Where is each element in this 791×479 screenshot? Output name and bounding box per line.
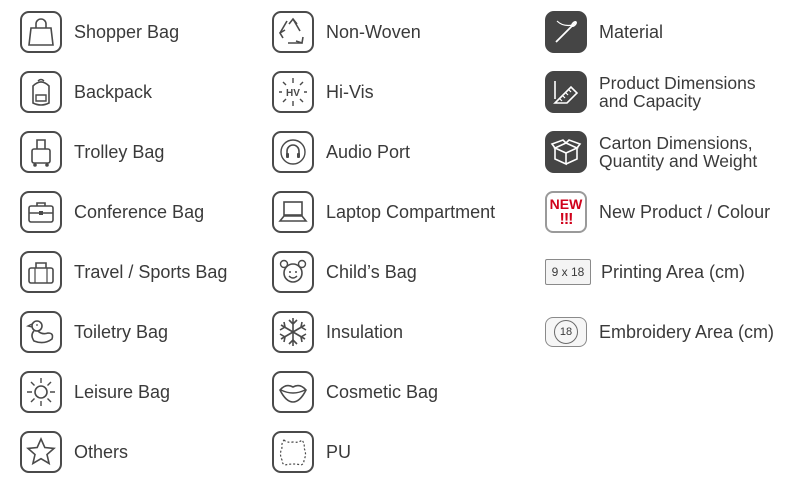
legend-item-trolley-bag: Trolley Bag	[20, 128, 164, 176]
trolley-bag-icon	[20, 131, 62, 173]
legend-item-conference-bag: Conference Bag	[20, 188, 204, 236]
legend-label: Shopper Bag	[74, 22, 180, 42]
new-badge-icon: NEW !!!	[545, 191, 587, 233]
leather-hide-icon	[272, 431, 314, 473]
legend-item-embroidery-area: 18 Embroidery Area (cm)	[545, 308, 774, 356]
legend-label: Audio Port	[326, 142, 411, 162]
new-badge-text: NEW	[549, 196, 583, 212]
backpack-icon	[20, 71, 62, 113]
legend-label-line-1: Carton Dimensions,	[599, 133, 753, 153]
legend-label: Non-Woven	[326, 22, 421, 42]
legend-item-childs-bag: Child’s Bag	[272, 248, 417, 296]
legend-label: Cosmetic Bag	[326, 382, 439, 402]
legend-item-leisure-bag: Leisure Bag	[20, 368, 170, 416]
legend-label: New Product / Colour	[599, 202, 771, 222]
printing-area-box: 9 x 18	[545, 259, 591, 285]
legend-label: Product Dimensions and Capacity	[599, 74, 756, 110]
hi-vis-icon-text: HV	[286, 88, 300, 99]
legend-label-line-2: and Capacity	[599, 91, 702, 111]
legend-label-line-2: Quantity and Weight	[599, 151, 758, 171]
legend-label-line-1: Product Dimensions	[599, 73, 756, 93]
headphones-icon	[272, 131, 314, 173]
lips-icon	[272, 371, 314, 413]
legend-item-toiletry-bag: Toiletry Bag	[20, 308, 168, 356]
briefcase-icon	[20, 191, 62, 233]
legend-item-pu: PU	[272, 428, 351, 476]
laptop-icon	[272, 191, 314, 233]
legend-item-product-dimensions: Product Dimensions and Capacity	[545, 68, 756, 116]
legend-item-insulation: Insulation	[272, 308, 403, 356]
new-badge-exclaim: !!!	[559, 211, 574, 228]
legend-item-laptop-compartment: Laptop Compartment	[272, 188, 495, 236]
legend-label: Others	[74, 442, 129, 462]
legend-item-backpack: Backpack	[20, 68, 152, 116]
ruler-icon	[545, 71, 587, 113]
legend-item-hi-vis: HV Hi-Vis	[272, 68, 374, 116]
legend-item-others: Others	[20, 428, 128, 476]
legend-item-new-product: NEW !!! New Product / Colour	[545, 188, 770, 236]
rubber-duck-icon	[20, 311, 62, 353]
embroidery-area-icon: 18	[545, 317, 587, 347]
legend-label: Child’s Bag	[326, 262, 417, 282]
legend-label: Material	[599, 22, 664, 42]
legend-label: Conference Bag	[74, 202, 205, 222]
embroidery-area-value: 18	[554, 320, 578, 344]
legend-item-material: Material	[545, 8, 663, 56]
legend-label: Backpack	[74, 82, 153, 102]
legend-item-shopper-bag: Shopper Bag	[20, 8, 179, 56]
recycle-icon	[272, 11, 314, 53]
legend-item-non-woven: Non-Woven	[272, 8, 421, 56]
legend-label: Embroidery Area (cm)	[599, 322, 775, 342]
shopper-bag-icon	[20, 11, 62, 53]
needle-thread-icon	[545, 11, 587, 53]
legend-item-printing-area: 9 x 18 Printing Area (cm)	[545, 248, 745, 296]
carton-box-icon	[545, 131, 587, 173]
legend-label: PU	[326, 442, 352, 462]
hi-vis-icon: HV	[272, 71, 314, 113]
travel-bag-icon	[20, 251, 62, 293]
snowflake-icon	[272, 311, 314, 353]
legend-label: Insulation	[326, 322, 404, 342]
legend-label: Trolley Bag	[74, 142, 165, 162]
star-icon	[20, 431, 62, 473]
child-face-icon	[272, 251, 314, 293]
legend-label: Hi-Vis	[326, 82, 374, 102]
legend-label: Printing Area (cm)	[601, 262, 746, 282]
sun-icon	[20, 371, 62, 413]
legend-label: Travel / Sports Bag	[74, 262, 228, 282]
legend-item-audio-port: Audio Port	[272, 128, 410, 176]
legend-label: Carton Dimensions, Quantity and Weight	[599, 134, 757, 170]
legend-label: Toiletry Bag	[74, 322, 169, 342]
legend-label: Laptop Compartment	[326, 202, 496, 222]
legend-item-travel-sports-bag: Travel / Sports Bag	[20, 248, 227, 296]
legend-item-carton-dimensions: Carton Dimensions, Quantity and Weight	[545, 128, 757, 176]
legend-item-cosmetic-bag: Cosmetic Bag	[272, 368, 438, 416]
legend-label: Leisure Bag	[74, 382, 171, 402]
